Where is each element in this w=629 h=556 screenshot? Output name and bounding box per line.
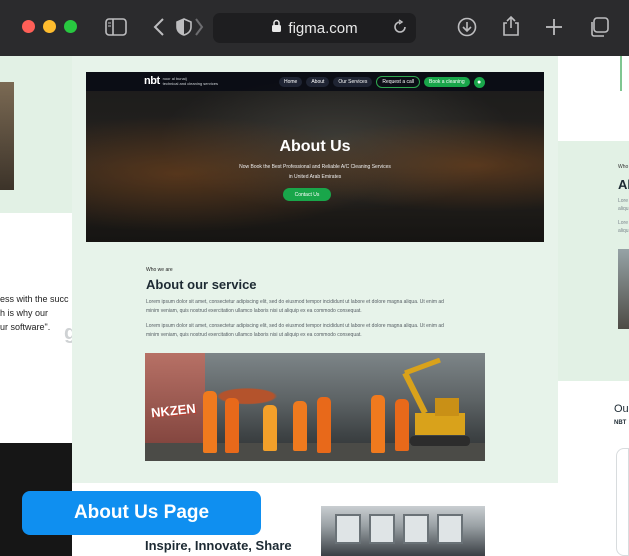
left-text-line: ess with the succ (0, 294, 69, 304)
nav-services[interactable]: Our Services (333, 77, 373, 87)
right-frame-photo (618, 249, 629, 329)
share-icon[interactable] (500, 14, 522, 38)
hero-subtitle: Now Book the Best Professional and Relia… (86, 162, 544, 182)
left-frame-photo (0, 82, 14, 190)
logo-mark: nbt (144, 75, 160, 87)
user-icon[interactable]: ● (473, 76, 485, 88)
worker-figure (371, 395, 385, 453)
office-window (369, 514, 395, 544)
worker-figure (263, 405, 277, 451)
right-frame-kicker: Who (618, 164, 629, 170)
forward-icon[interactable] (193, 16, 205, 38)
minimize-window-button[interactable] (43, 20, 56, 33)
download-icon[interactable] (456, 16, 478, 38)
worker-figure (225, 398, 239, 453)
sidebar-icon[interactable] (104, 16, 128, 38)
lock-icon (271, 19, 282, 37)
right-frame-text: aliqu (618, 228, 629, 234)
nav-links: Home About Our Services Request a call B… (279, 76, 485, 88)
page-label-badge: About Us Page (22, 491, 261, 535)
nav-home[interactable]: Home (279, 77, 303, 87)
section-paragraph: Lorem ipsum dolor sit amet, consectetur … (146, 323, 444, 338)
section-kicker: Who we are (146, 267, 173, 273)
logo-text: noor al bunaij technical and cleaning se… (163, 76, 218, 86)
tabs-icon[interactable] (588, 16, 610, 38)
inspire-heading: Inspire, Innovate, Share (145, 538, 292, 553)
logo-line: technical and cleaning services (162, 81, 218, 86)
right-frame-heading: Ou (614, 403, 629, 415)
worker-figure (203, 391, 217, 453)
zoom-window-button[interactable] (64, 20, 77, 33)
site-navbar: nbt noor al bunaij technical and cleanin… (86, 72, 544, 91)
hero-subtitle-line: Now Book the Best Professional and Relia… (239, 164, 391, 170)
section-paragraph: Lorem ipsum dolor sit amet, consectetur … (146, 299, 444, 314)
shield-icon[interactable] (175, 16, 193, 38)
site-logo[interactable]: nbt noor al bunaij technical and cleanin… (144, 75, 218, 87)
office-window (403, 514, 429, 544)
reload-icon[interactable] (392, 19, 408, 39)
about-us-frame[interactable]: nbt noor al bunaij technical and cleanin… (72, 56, 558, 556)
browser-toolbar: figma.com (0, 0, 629, 56)
right-frame-text: aliqu (618, 206, 629, 212)
section-title: About our service (146, 277, 257, 292)
hero-title: About Us (279, 138, 351, 155)
right-frame-card (616, 448, 629, 556)
book-cleaning-button[interactable]: Book a cleaning (424, 77, 470, 87)
right-frame-text: Lore (618, 198, 629, 204)
frame-selection-line (620, 56, 622, 91)
left-frame[interactable]: ess with the succ h is why our ur softwa… (0, 56, 72, 556)
excavator-graphic (402, 358, 470, 446)
right-frame-text: Lore (618, 220, 629, 226)
office-photo (321, 506, 485, 556)
url-text: figma.com (288, 19, 358, 37)
new-tab-icon[interactable] (544, 16, 564, 38)
hero-section: nbt noor al bunaij technical and cleanin… (86, 72, 544, 242)
right-frame-title: Al (618, 177, 629, 192)
request-call-button[interactable]: Request a call (376, 76, 421, 88)
right-frame-subheading: NBT (614, 420, 627, 426)
nav-about[interactable]: About (306, 77, 330, 87)
worker-figure (317, 397, 331, 453)
workers-photo: NKZEN (145, 353, 485, 461)
office-window (437, 514, 463, 544)
back-icon[interactable] (151, 16, 167, 38)
right-frame[interactable]: Who Al Lore aliqu Lore aliqu Ou NBT (558, 56, 629, 556)
close-window-button[interactable] (22, 20, 35, 33)
left-text-line: h is why our (0, 308, 49, 318)
left-text-line: ur software". (0, 322, 51, 332)
office-window (335, 514, 361, 544)
hero-overlay (86, 72, 544, 242)
contact-us-button[interactable]: Contact Us (283, 188, 331, 201)
figma-canvas[interactable]: ess with the succ h is why our ur softwa… (0, 56, 629, 556)
hero-subtitle-line: in United Arab Emirates (288, 174, 342, 180)
worker-figure (293, 401, 307, 451)
left-frame-text: ess with the succ h is why our ur softwa… (0, 292, 72, 334)
address-bar[interactable]: figma.com (213, 13, 416, 43)
